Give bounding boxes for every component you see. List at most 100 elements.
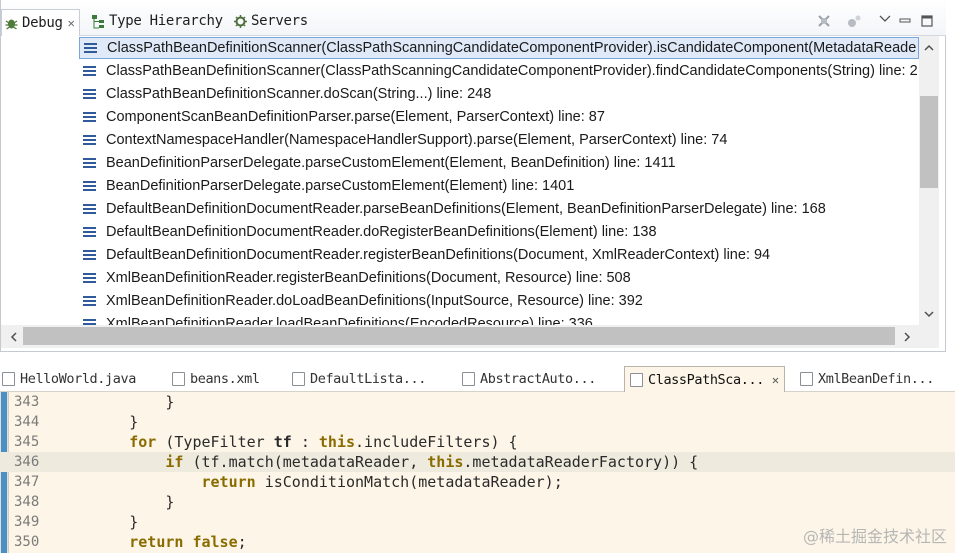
line-number: 344 (14, 414, 40, 430)
stack-frame-icon (83, 226, 97, 238)
servers-icon (233, 14, 248, 29)
editor-tab[interactable]: ClassPathSca... ✕ (624, 366, 785, 392)
horizontal-scrollbar[interactable] (1, 325, 919, 348)
stack-frame-item[interactable]: DefaultBeanDefinitionDocumentReader.pars… (79, 198, 919, 220)
class-file-icon (462, 372, 475, 386)
vertical-scrollbar[interactable] (919, 36, 939, 325)
stack-frame-label: DefaultBeanDefinitionDocumentReader.doRe… (106, 224, 657, 240)
close-icon[interactable]: ✕ (772, 373, 779, 387)
line-number: 348 (14, 494, 40, 510)
tab-type-hierarchy[interactable]: Type Hierarchy (91, 9, 223, 33)
editor-tab-label: AbstractAuto... (480, 371, 596, 387)
stack-frame-label: XmlBeanDefinitionReader.loadBeanDefiniti… (106, 316, 593, 325)
scroll-left-icon[interactable] (3, 328, 23, 346)
editor-tab-label: XmlBeanDefin... (818, 371, 934, 387)
stack-frame-item[interactable]: XmlBeanDefinitionReader.registerBeanDefi… (79, 267, 919, 289)
stack-frame-icon (83, 65, 97, 77)
scroll-up-icon[interactable] (919, 38, 939, 56)
line-number: 347 (14, 474, 40, 490)
class-file-icon (292, 372, 305, 386)
code-text: } (165, 493, 175, 511)
code-line[interactable]: 345 for (TypeFilter tf : this.includeFil… (0, 432, 955, 452)
editor-tab[interactable]: HelloWorld.java (2, 366, 136, 392)
code-line[interactable]: 346 if (tf.match(metadataReader, this.me… (0, 452, 955, 472)
stack-frame-icon (83, 203, 97, 215)
class-file-icon (630, 372, 643, 387)
stack-frame-list[interactable]: ClassPathBeanDefinitionScanner(ClassPath… (1, 36, 919, 325)
view-menu-icon[interactable] (877, 11, 893, 27)
stack-frame-item[interactable]: DefaultBeanDefinitionDocumentReader.doRe… (79, 221, 919, 243)
maximize-icon[interactable] (919, 13, 935, 29)
editor-tab[interactable]: AbstractAuto... (462, 366, 596, 392)
scroll-down-icon[interactable] (919, 305, 939, 323)
scrollbar-corner (919, 325, 939, 348)
code-text: } (129, 513, 139, 531)
stack-frame-item[interactable]: XmlBeanDefinitionReader.doLoadBeanDefini… (79, 290, 919, 312)
stack-frame-icon (83, 111, 97, 123)
debug-bug-icon (4, 16, 19, 31)
stack-frame-icon (83, 88, 97, 100)
java-file-icon (2, 372, 15, 386)
hierarchy-icon (91, 14, 106, 29)
stack-frame-item[interactable]: ContextNamespaceHandler(NamespaceHandler… (79, 129, 919, 151)
class-file-icon (800, 372, 813, 386)
debug-options-icon[interactable] (846, 13, 862, 29)
tab-debug[interactable]: Debug ✕ (1, 9, 80, 36)
close-icon[interactable]: ✕ (68, 16, 75, 30)
stack-frame-item[interactable]: BeanDefinitionParserDelegate.parseCustom… (79, 152, 919, 174)
scrollbar-thumb[interactable] (23, 327, 895, 345)
stack-frame-label: XmlBeanDefinitionReader.doLoadBeanDefini… (106, 293, 643, 309)
line-number: 343 (14, 394, 40, 410)
editor-tab-label: DefaultLista... (310, 371, 426, 387)
stack-frame-item[interactable]: ComponentScanBeanDefinitionParser.parse(… (79, 106, 919, 128)
stack-frame-item[interactable]: BeanDefinitionParserDelegate.parseCustom… (79, 175, 919, 197)
code-line[interactable]: 344 } (0, 412, 955, 432)
stack-frame-icon (84, 42, 98, 54)
stack-frame-label: BeanDefinitionParserDelegate.parseCustom… (106, 155, 676, 171)
code-line[interactable]: 347 return isConditionMatch(metadataRead… (0, 472, 955, 492)
tab-label: Debug (22, 15, 63, 31)
stack-frame-item[interactable]: DefaultBeanDefinitionDocumentReader.regi… (79, 244, 919, 266)
debug-view: Debug ✕ Type Hierarchy Servers ClassPath… (0, 0, 946, 352)
minimize-icon[interactable] (897, 13, 913, 29)
code-text: for (TypeFilter tf : this.includeFilters… (129, 433, 518, 451)
stack-frame-item[interactable]: ClassPathBeanDefinitionScanner(ClassPath… (79, 60, 919, 82)
line-number: 346 (14, 454, 40, 470)
stack-frame-label: ComponentScanBeanDefinitionParser.parse(… (106, 109, 605, 125)
code-line[interactable]: 348 } (0, 492, 955, 512)
code-text: return false; (129, 533, 247, 551)
tab-servers[interactable]: Servers (233, 9, 308, 33)
stack-frame-label: ContextNamespaceHandler(NamespaceHandler… (106, 132, 728, 148)
stack-frame-item[interactable]: XmlBeanDefinitionReader.loadBeanDefiniti… (79, 313, 919, 325)
stack-frame-icon (83, 180, 97, 192)
editor-tab[interactable]: XmlBeanDefin... (800, 366, 934, 392)
line-number: 350 (14, 534, 40, 550)
code-line[interactable]: 343 } (0, 392, 955, 412)
stack-frame-label: ClassPathBeanDefinitionScanner.doScan(St… (106, 86, 492, 102)
code-text: } (165, 393, 175, 411)
watermark: @稀土掘金技术社区 (802, 527, 947, 546)
stack-frame-item[interactable]: ClassPathBeanDefinitionScanner(ClassPath… (79, 37, 919, 59)
stack-frame-icon (83, 157, 97, 169)
stack-frame-label: XmlBeanDefinitionReader.registerBeanDefi… (106, 270, 631, 286)
editor-tab-label: beans.xml (190, 371, 260, 387)
code-text: } (129, 413, 139, 431)
stack-frame-label: DefaultBeanDefinitionDocumentReader.regi… (106, 247, 771, 263)
remove-terminated-icon[interactable] (816, 13, 832, 29)
scrollbar-thumb[interactable] (920, 96, 938, 188)
stack-frame-icon (83, 249, 97, 261)
editor-tab-bar: HelloWorld.java beans.xml DefaultLista... A… (0, 362, 955, 392)
stack-frame-label: DefaultBeanDefinitionDocumentReader.pars… (106, 201, 826, 217)
stack-frame-label: ClassPathBeanDefinitionScanner(ClassPath… (106, 63, 918, 79)
stack-frame-icon (83, 295, 97, 307)
tab-label: Servers (251, 13, 308, 29)
editor-tab[interactable]: DefaultLista... (292, 366, 426, 392)
stack-frame-item[interactable]: ClassPathBeanDefinitionScanner.doScan(St… (79, 83, 919, 105)
code-text: if (tf.match(metadataReader, this.metada… (165, 453, 699, 471)
view-tab-bar: Debug ✕ Type Hierarchy Servers (1, 0, 946, 36)
scroll-right-icon[interactable] (897, 328, 917, 346)
editor-tab[interactable]: beans.xml (172, 366, 260, 392)
editor-tab-label: ClassPathSca... (648, 371, 764, 388)
stack-frame-icon (83, 318, 97, 325)
line-number: 349 (14, 514, 40, 530)
